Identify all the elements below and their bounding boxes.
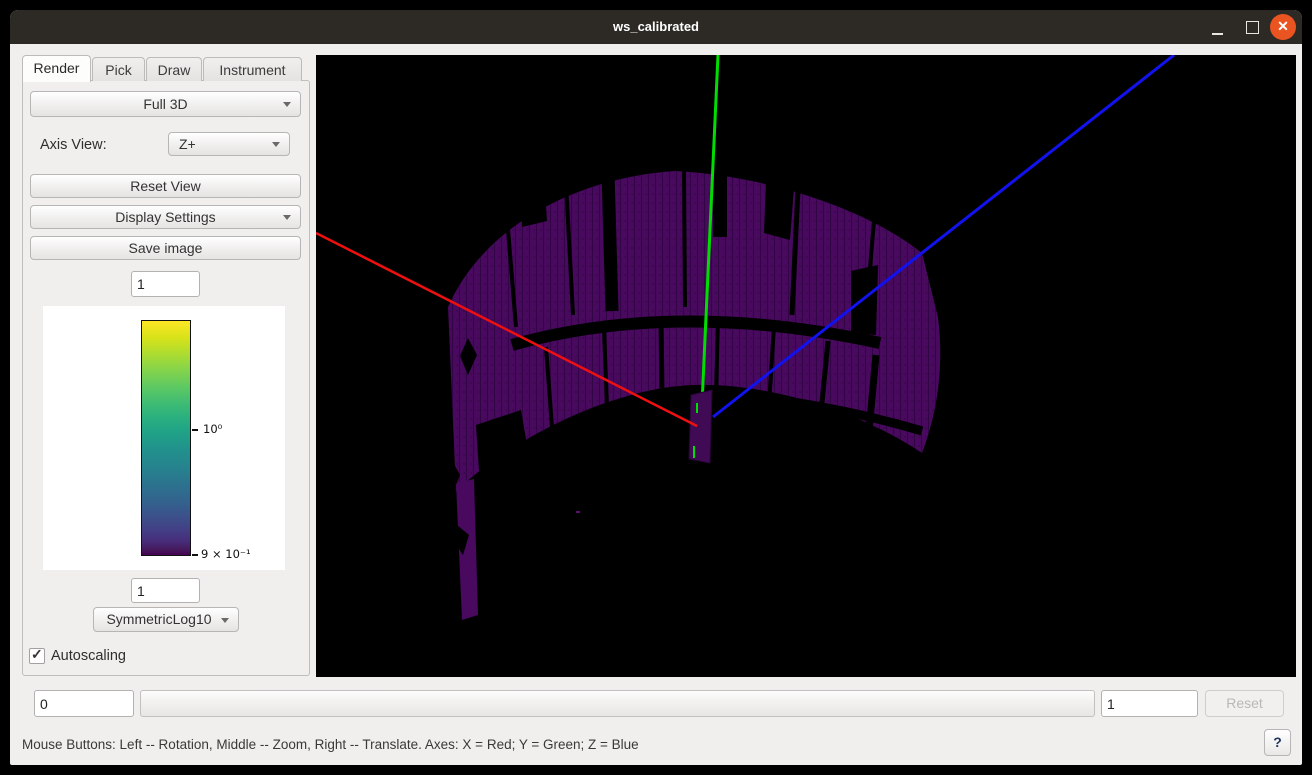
tab-draw[interactable]: Draw <box>146 57 202 81</box>
chevron-down-icon <box>283 215 291 220</box>
colorbar-tick-upper: 10⁰ <box>203 422 222 436</box>
display-settings-dropdown[interactable]: Display Settings <box>30 205 301 229</box>
maximize-button[interactable] <box>1244 10 1260 44</box>
projection-value: Full 3D <box>143 96 187 112</box>
checkmark-icon: ✓ <box>31 646 43 663</box>
colorbar-tick-lower: 9 × 10⁻¹ <box>201 547 251 561</box>
colorbar[interactable] <box>141 320 191 556</box>
axis-view-combobox[interactable]: Z+ <box>168 132 290 156</box>
autoscaling-checkbox[interactable]: ✓ <box>29 648 45 664</box>
scale-min-input[interactable] <box>131 578 200 603</box>
axis-view-value: Z+ <box>179 136 196 152</box>
tab-pick[interactable]: Pick <box>92 57 145 81</box>
instrument-3d-scene <box>316 55 1296 677</box>
detector-bank <box>440 167 940 620</box>
detector-left-column <box>456 479 478 620</box>
projection-combobox[interactable]: Full 3D <box>30 91 301 117</box>
colorbar-tick <box>192 429 198 431</box>
title-bar[interactable]: ws_calibrated ✕ <box>10 10 1302 44</box>
screen: ws_calibrated ✕ Render Pick Draw Instrum… <box>0 0 1312 775</box>
frame-slider[interactable] <box>140 690 1095 717</box>
close-button[interactable]: ✕ <box>1270 14 1296 40</box>
help-button[interactable]: ? <box>1264 729 1291 756</box>
animation-start-input[interactable] <box>34 690 134 717</box>
instrument-3d-viewport[interactable] <box>316 55 1296 677</box>
monitor-panel <box>689 390 712 463</box>
autoscaling-label: Autoscaling <box>51 648 126 664</box>
chevron-down-icon <box>221 618 229 623</box>
window-title: ws_calibrated <box>10 10 1302 44</box>
display-settings-label: Display Settings <box>115 209 215 225</box>
axis-view-label: Axis View: <box>40 137 107 153</box>
animation-end-input[interactable] <box>1101 690 1198 717</box>
detector-fragment <box>576 511 580 513</box>
chevron-down-icon <box>272 142 280 147</box>
colorbar-tick <box>192 554 198 556</box>
colorbar-panel: 10⁰ 9 × 10⁻¹ <box>43 306 285 570</box>
scale-type-combobox[interactable]: SymmetricLog10 <box>93 607 239 632</box>
scale-type-value: SymmetricLog10 <box>106 611 211 627</box>
minimize-button[interactable] <box>1210 10 1226 44</box>
app-window: ws_calibrated ✕ Render Pick Draw Instrum… <box>10 10 1302 765</box>
status-bar-text: Mouse Buttons: Left -- Rotation, Middle … <box>22 737 639 752</box>
tab-instrument[interactable]: Instrument <box>203 57 302 81</box>
reset-view-button[interactable]: Reset View <box>30 174 301 198</box>
scale-max-input[interactable] <box>131 271 200 297</box>
reset-button-disabled[interactable]: Reset <box>1205 690 1284 717</box>
chevron-down-icon <box>283 102 291 107</box>
save-image-button[interactable]: Save image <box>30 236 301 260</box>
tab-render[interactable]: Render <box>22 55 91 82</box>
